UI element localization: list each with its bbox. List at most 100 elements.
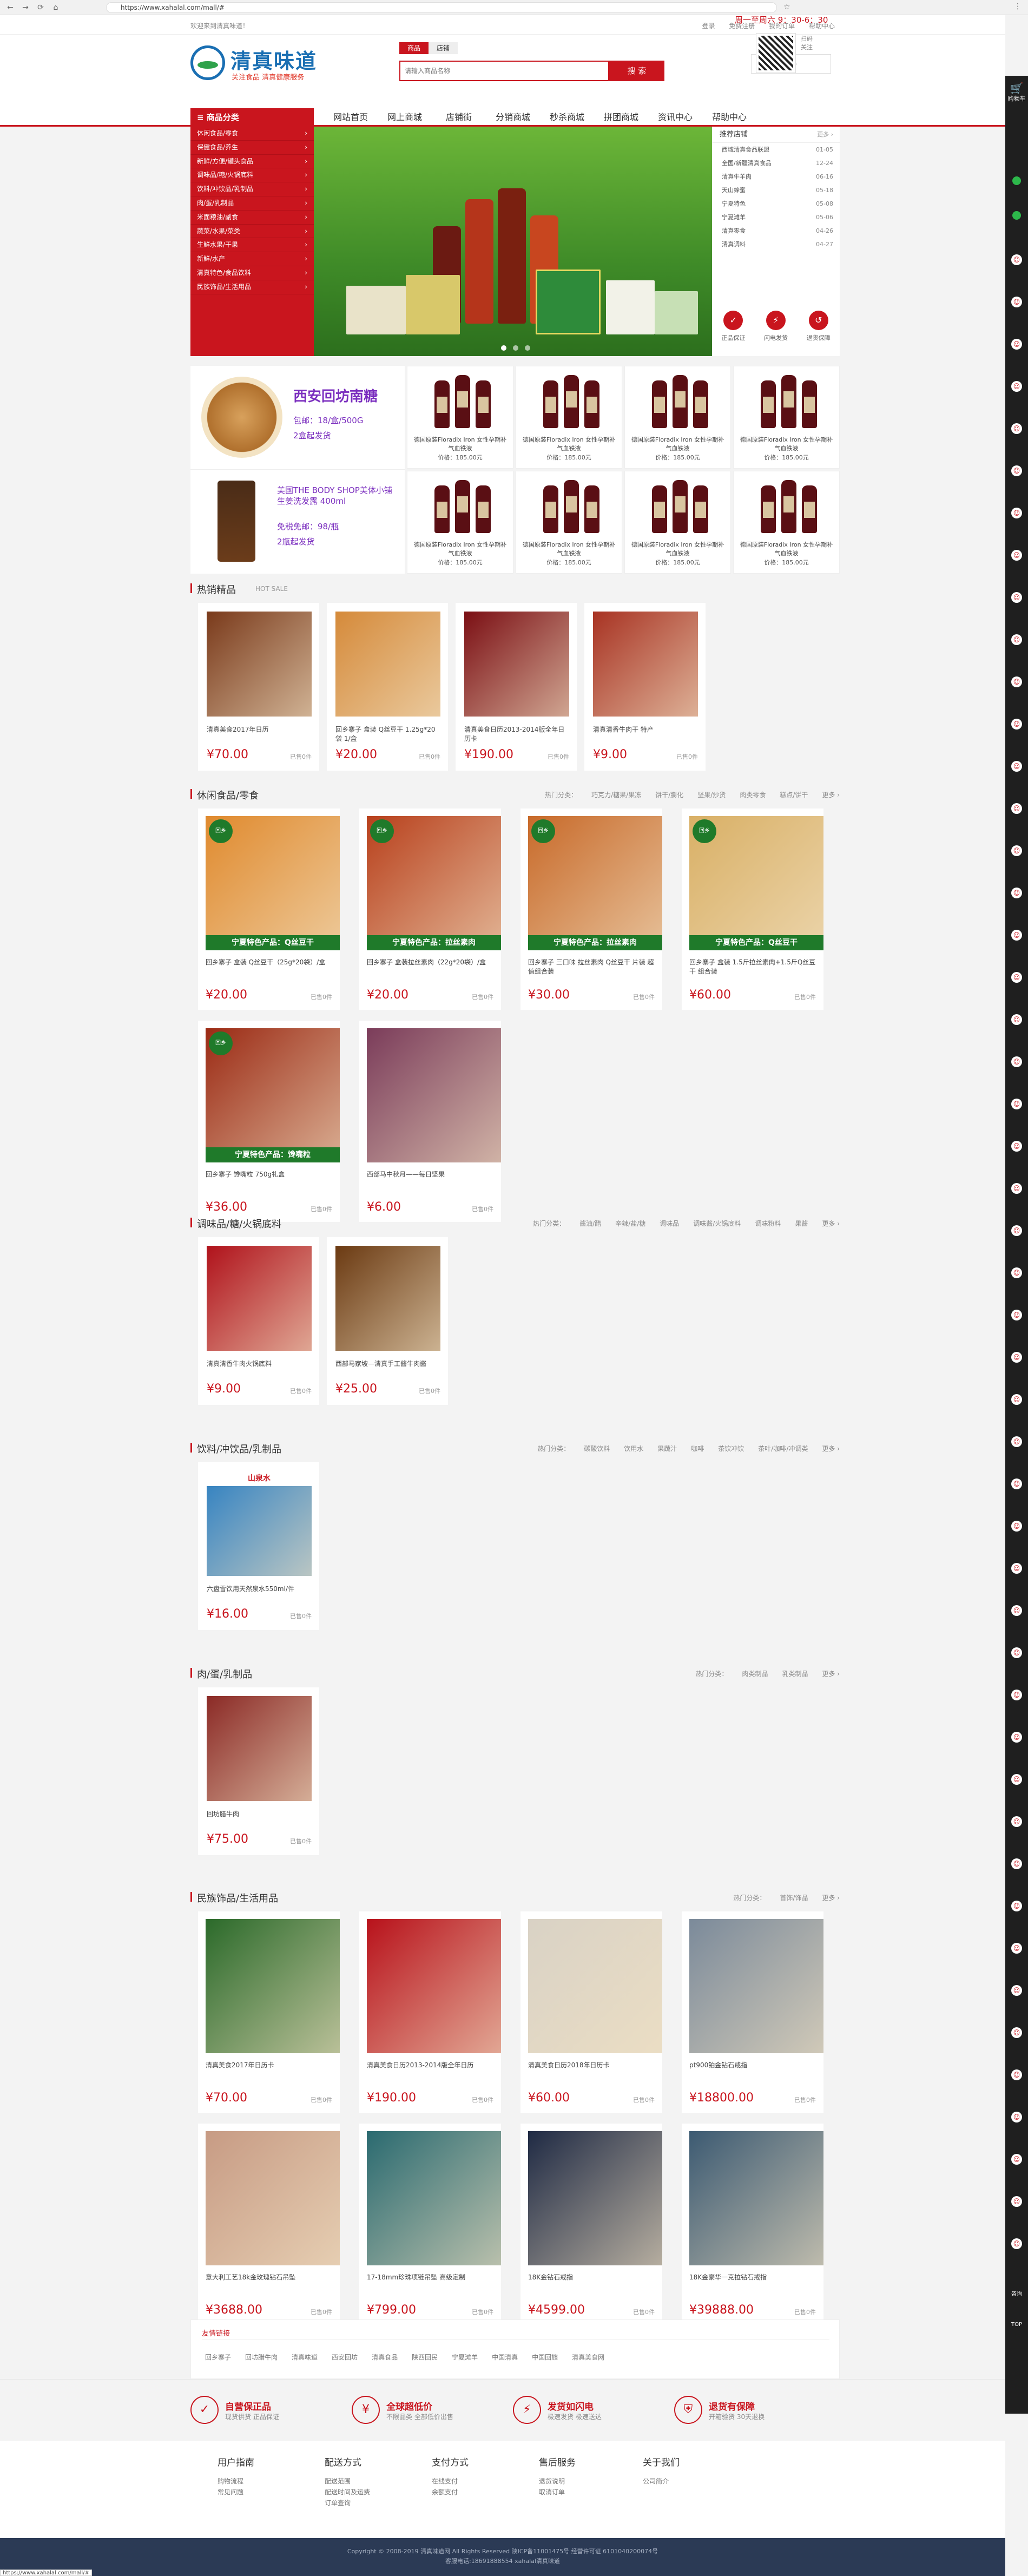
news-item[interactable]: 全国/新疆清真食品 12-24	[712, 156, 840, 170]
sidebar-avatar-icon[interactable]: ☺	[1011, 676, 1022, 687]
friend-link[interactable]: 西安回坊	[332, 2354, 358, 2361]
sidebar-avatar-icon[interactable]: ☺	[1011, 2112, 1022, 2122]
news-item[interactable]: 清真零食 04-26	[712, 224, 840, 238]
sidebar-avatar-icon[interactable]: ☺	[1011, 1352, 1022, 1363]
category-item[interactable]: 调味品/糖/火锅底料	[190, 168, 314, 183]
category-item[interactable]: 新鲜/方便/罐头食品	[190, 155, 314, 169]
friend-link[interactable]: 陕西回民	[412, 2354, 438, 2361]
product-name[interactable]: 清真清香牛肉火锅底料	[207, 1359, 312, 1378]
product-name[interactable]: 回坊腊牛肉	[207, 1810, 312, 1828]
nav-distribution[interactable]: 分销商城	[486, 108, 540, 127]
reload-icon[interactable]: ⟳	[36, 3, 45, 12]
sidebar-avatar-icon[interactable]: ☺	[1011, 1563, 1022, 1574]
nav-home[interactable]: 网站首页	[324, 108, 378, 127]
help-link[interactable]: 退货说明	[539, 2476, 625, 2487]
section-link[interactable]: 调味酱/火锅底料	[693, 1220, 741, 1227]
section-link[interactable]: 更多 ›	[822, 1670, 840, 1678]
product-name[interactable]: 清真美食2017年日历卡	[206, 2061, 335, 2079]
site-logo[interactable]: 清真味道 关注食品 清真健康服务	[190, 45, 326, 89]
grid-product-card[interactable]: 德国原装Floradix Iron 女性孕期补气血铁液 价格：185.00元	[407, 366, 513, 469]
grid-product-card[interactable]: 德国原装Floradix Iron 女性孕期补气血铁液 价格：185.00元	[407, 471, 513, 574]
product-card[interactable]: 西部马家坡—清真手工酱牛肉酱 ¥25.00 已售0件	[327, 1237, 448, 1405]
section-link[interactable]: 果酱	[795, 1220, 808, 1227]
product-name[interactable]: 清真美食日历2018年日历卡	[528, 2061, 658, 2079]
banner-dot[interactable]	[501, 345, 506, 351]
category-item[interactable]: 保健食品/养生	[190, 141, 314, 155]
sidebar-avatar-icon[interactable]: ☺	[1011, 1647, 1022, 1658]
product-name[interactable]: 清真美食日历2013-2014版全年日历卡	[464, 725, 569, 744]
help-link[interactable]: 在线支付	[432, 2476, 518, 2487]
news-more-link[interactable]: 更多 ›	[817, 127, 833, 143]
sidebar-avatar-icon[interactable]: ☺	[1011, 297, 1022, 307]
section-link[interactable]: 糕点/饼干	[780, 791, 808, 799]
sidebar-avatar-icon[interactable]: ☺	[1011, 803, 1022, 814]
product-card[interactable]: pt900铂金钻石戒指 ¥18800.00 已售0件	[682, 1911, 823, 2113]
section-link[interactable]: 果蔬汁	[657, 1445, 677, 1453]
product-name[interactable]: 回乡寨子 馋嘴粒 750g礼盒	[206, 1170, 335, 1188]
product-name[interactable]: 回乡寨子 盒装 Q丝豆干（25g*20袋）/盒	[206, 958, 335, 976]
product-name[interactable]: 清真美食日历2013-2014版全年日历	[367, 2061, 497, 2079]
sidebar-avatar-icon[interactable]: ☺	[1011, 930, 1022, 941]
promise-fast[interactable]: ⚡ 闪电发货	[760, 311, 792, 342]
grid-product-card[interactable]: 德国原装Floradix Iron 女性孕期补气血铁液 价格：185.00元	[624, 471, 731, 574]
banner-dot[interactable]	[525, 345, 530, 351]
section-link[interactable]: 肉类零食	[740, 791, 766, 799]
friend-link[interactable]: 回乡寨子	[205, 2354, 231, 2361]
section-link[interactable]: 坚果/炒货	[697, 791, 726, 799]
grid-product-card[interactable]: 德国原装Floradix Iron 女性孕期补气血铁液 价格：185.00元	[733, 471, 840, 574]
sidebar-avatar-icon[interactable]: ☺	[1011, 1394, 1022, 1405]
help-link[interactable]: 常见问题	[218, 2487, 304, 2498]
section-link[interactable]: 首饰/饰品	[780, 1894, 808, 1902]
product-name[interactable]: 18K金钻石戒指	[528, 2273, 658, 2291]
tab-shops[interactable]: 店铺	[429, 42, 458, 54]
browser-menu-icon[interactable]: ⋮	[1014, 2, 1022, 11]
online-icon[interactable]	[1012, 176, 1021, 185]
sidebar-avatar-icon[interactable]: ☺	[1011, 1183, 1022, 1194]
friend-link[interactable]: 回坊腊牛肉	[245, 2354, 278, 2361]
sidebar-avatar-icon[interactable]: ☺	[1011, 761, 1022, 772]
category-item[interactable]: 民族饰品/生活用品	[190, 280, 314, 294]
nav-help[interactable]: 帮助中心	[702, 108, 756, 127]
help-link[interactable]: 订单查询	[325, 2498, 411, 2508]
section-link[interactable]: 饮用水	[624, 1445, 643, 1453]
grid-product-card[interactable]: 德国原装Floradix Iron 女性孕期补气血铁液 价格：185.00元	[516, 471, 622, 574]
category-item[interactable]: 生鲜水果/干果	[190, 238, 314, 253]
sidebar-avatar-icon[interactable]: ☺	[1011, 1056, 1022, 1067]
product-card[interactable]: 清真清香牛肉干 特产 ¥9.00 已售0件	[584, 603, 706, 771]
product-card[interactable]: 清真美食2017年日历卡 ¥70.00 已售0件	[198, 1911, 340, 2113]
bookmark-star-icon[interactable]: ☆	[783, 3, 790, 11]
category-item[interactable]: 米面粮油/副食	[190, 211, 314, 225]
sidebar-avatar-icon[interactable]: ☺	[1011, 845, 1022, 856]
product-card[interactable]: 回乡 宁夏特色产品：拉丝素肉 回乡寨子 盒装拉丝素肉（22g*20袋）/盒 ¥20.0…	[359, 809, 501, 1010]
sidebar-avatar-icon[interactable]: ☺	[1011, 508, 1022, 518]
home-icon[interactable]: ⌂	[51, 3, 61, 12]
product-card[interactable]: 清真清香牛肉火锅底料 ¥9.00 已售0件	[198, 1237, 319, 1405]
sidebar-avatar-icon[interactable]: ☺	[1011, 1225, 1022, 1236]
product-name[interactable]: 回乡寨子 盒装 1.5斤拉丝素肉+1.5斤Q丝豆干 组合装	[689, 958, 819, 976]
product-card[interactable]: 回乡 宁夏特色产品：Q丝豆干 回乡寨子 盒装 1.5斤拉丝素肉+1.5斤Q丝豆干 组…	[682, 809, 823, 1010]
category-head[interactable]: ≡ 商品分类	[190, 108, 314, 127]
product-card[interactable]: 回乡寨子 盒装 Q丝豆干 1.25g*20袋 1/盒 ¥20.00 已售0件	[327, 603, 448, 771]
product-name[interactable]: 回乡寨子 盒装拉丝素肉（22g*20袋）/盒	[367, 958, 497, 976]
section-link[interactable]: 咖啡	[691, 1445, 704, 1453]
section-link[interactable]: 茶叶/咖啡/冲调类	[758, 1445, 808, 1453]
section-link[interactable]: 乳类制品	[782, 1670, 808, 1678]
sidebar-avatar-icon[interactable]: ☺	[1011, 2154, 1022, 2165]
news-item[interactable]: 宁夏滩羊 05-06	[712, 211, 840, 224]
product-name[interactable]: 17-18mm珍珠项链吊坠 高级定制	[367, 2273, 497, 2291]
sidebar-service-label[interactable]: 咨询	[1005, 2289, 1028, 2297]
news-item[interactable]: 天山蜂蜜 05-18	[712, 183, 840, 197]
product-card[interactable]: 清真美食2017年日历 ¥70.00 已售0件	[198, 603, 319, 771]
product-card[interactable]: 西部马中秋月——每日坚果 ¥6.00 已售0件	[359, 1021, 501, 1222]
tab-goods[interactable]: 商品	[399, 42, 429, 54]
sidebar-avatar-icon[interactable]: ☺	[1011, 254, 1022, 265]
product-name[interactable]: pt900铂金钻石戒指	[689, 2061, 819, 2079]
sidebar-avatar-icon[interactable]: ☺	[1011, 1141, 1022, 1152]
sidebar-avatar-icon[interactable]: ☺	[1011, 1774, 1022, 1785]
sidebar-avatar-icon[interactable]: ☺	[1011, 465, 1022, 476]
promise-return[interactable]: ↺ 退货保障	[802, 311, 835, 342]
sidebar-avatar-icon[interactable]: ☺	[1011, 1690, 1022, 1700]
category-item[interactable]: 清真特色/食品饮料	[190, 266, 314, 280]
sidebar-avatar-icon[interactable]: ☺	[1011, 1985, 1022, 1996]
grid-product-card[interactable]: 德国原装Floradix Iron 女性孕期补气血铁液 价格：185.00元	[733, 366, 840, 469]
